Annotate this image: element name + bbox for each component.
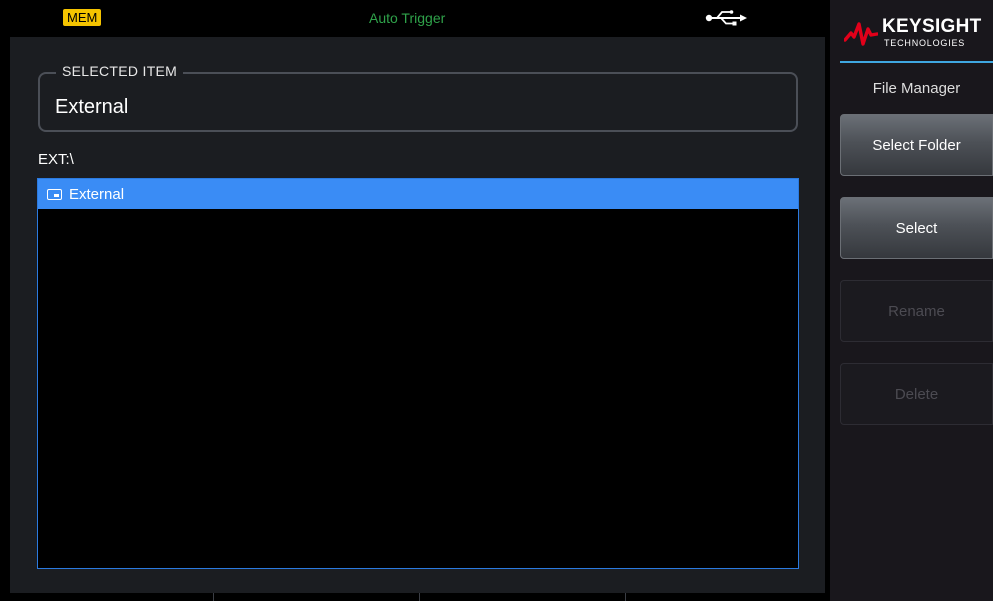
softkey-label: Rename [888,302,945,320]
bottom-divider [419,593,420,601]
softkey-label: Delete [894,385,939,403]
brand-name: KEYSIGHT [882,16,982,37]
current-path: EXT:\ [38,151,74,168]
selected-item-value: External [55,96,129,118]
softkey-label: Select [895,219,938,237]
bottom-divider [213,593,214,601]
keysight-wave-icon [844,22,878,46]
panel-title: File Manager [872,80,961,97]
mem-badge: MEM [63,9,102,26]
trigger-status: Auto Trigger [369,10,446,26]
keysight-logo: KEYSIGHT TECHNOLOGIES [844,14,993,52]
select-button[interactable]: Select [840,197,993,259]
accent-divider [840,61,993,63]
list-item-label: External [69,185,125,203]
softkey-panel: KEYSIGHT TECHNOLOGIES File Manager Selec… [830,0,993,601]
delete-button[interactable]: Delete [840,363,993,425]
brand-sub: TECHNOLOGIES [884,38,966,48]
file-list[interactable]: External [37,178,799,569]
status-bar: MEM Auto Trigger [0,0,830,36]
usb-icon [705,10,747,26]
selected-item-legend: SELECTED ITEM [56,63,184,79]
bottom-divider [625,593,626,601]
rename-button[interactable]: Rename [840,280,993,342]
select-folder-button[interactable]: Select Folder [840,114,993,176]
bottom-strip [0,593,830,601]
list-item[interactable]: External [38,179,798,209]
softkey-label: Select Folder [872,136,961,154]
drive-icon [47,188,62,200]
selected-item-box [38,72,798,132]
